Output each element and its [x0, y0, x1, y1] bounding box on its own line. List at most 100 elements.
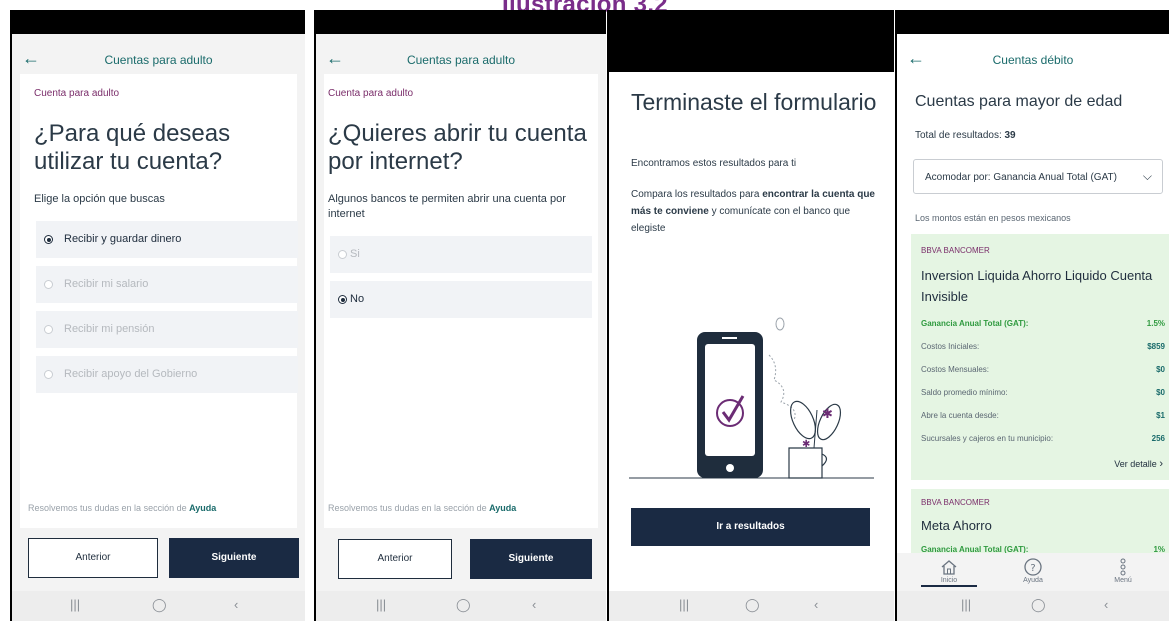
- header-title: Cuentas débito: [992, 53, 1074, 67]
- back-icon[interactable]: ‹: [234, 597, 238, 612]
- option-si[interactable]: Si: [330, 236, 592, 273]
- next-button[interactable]: Siguiente: [169, 538, 299, 578]
- radio[interactable]: [338, 250, 347, 259]
- row-value: $859: [1147, 342, 1165, 351]
- recents-icon[interactable]: |||: [961, 597, 971, 612]
- sort-dropdown[interactable]: Acomodar por: Ganancia Anual Total (GAT)…: [913, 159, 1163, 194]
- recents-icon[interactable]: |||: [376, 597, 386, 612]
- svg-text:✱: ✱: [822, 407, 833, 422]
- tab-inicio[interactable]: Inicio: [919, 557, 979, 587]
- back-icon[interactable]: ‹: [532, 597, 536, 612]
- next-button[interactable]: Siguiente: [470, 539, 592, 579]
- sort-label: Acomodar por: Ganancia Anual Total (GAT): [925, 172, 1117, 183]
- home-icon[interactable]: ◯: [152, 597, 167, 613]
- android-nav-bar: ||| ◯ ‹: [12, 591, 305, 621]
- menu-dots-icon: [1120, 558, 1126, 576]
- gat-row: Ganancia Anual Total (GAT): 1.5%: [921, 319, 1165, 328]
- page-title: ¿Quieres abrir tu cuenta por internet?: [328, 120, 587, 175]
- active-tab-indicator: [921, 585, 977, 587]
- option-label: Recibir mi pensión: [64, 323, 155, 335]
- chevron-right-icon: ›: [1159, 458, 1163, 470]
- svg-text:✱: ✱: [802, 439, 810, 450]
- recents-icon[interactable]: |||: [70, 597, 80, 612]
- row-value: 1.5%: [1146, 319, 1165, 328]
- home-icon: [941, 560, 957, 575]
- total-label: Total de resultados:: [915, 130, 1002, 141]
- phone-illustration: ✱ ✱: [629, 317, 874, 479]
- phone-screen-2: ← Cuentas para adulto Cuenta para adulto…: [316, 10, 606, 621]
- phone-screen-1: ← Cuentas para adulto Cuenta para adulto…: [12, 10, 305, 621]
- bank-name: BBVA BANCOMER: [921, 246, 990, 255]
- option-recibir-guardar[interactable]: Recibir y guardar dinero: [36, 221, 298, 258]
- help-text: Resolvemos tus dudas en la sección de Ay…: [28, 503, 216, 513]
- instr-part: Compara los resultados para: [631, 189, 760, 200]
- see-detail-label: Ver detalle: [1114, 459, 1157, 469]
- option-no[interactable]: No: [330, 281, 592, 318]
- app-header: ← Cuentas débito: [897, 34, 1169, 82]
- back-icon[interactable]: ‹: [1104, 597, 1108, 612]
- subtitle: Elige la opción que buscas: [34, 193, 165, 205]
- result-card[interactable]: BBVA BANCOMER Inversion Liquida Ahorro L…: [911, 234, 1169, 480]
- status-bar: [609, 10, 894, 72]
- sucursales-row: Sucursales y cajeros en tu municipio: 256: [921, 434, 1165, 443]
- home-icon[interactable]: ◯: [745, 597, 760, 613]
- option-salario[interactable]: Recibir mi salario: [36, 266, 298, 303]
- recents-icon[interactable]: |||: [679, 597, 689, 612]
- tab-label: Menú: [1114, 577, 1132, 584]
- row-value: $0: [1156, 388, 1165, 397]
- radio-selected[interactable]: [338, 295, 347, 304]
- status-bar: [897, 10, 1169, 34]
- tab-menu[interactable]: Menú: [1093, 557, 1153, 584]
- currency-note: Los montos están en pesos mexicanos: [915, 213, 1071, 223]
- row-value: $0: [1156, 365, 1165, 374]
- back-icon[interactable]: ‹: [814, 597, 818, 612]
- results-found-text: Encontramos estos resultados para ti: [631, 158, 797, 169]
- page-title: ¿Para qué deseas utilizar tu cuenta?: [34, 120, 231, 175]
- bank-name: BBVA BANCOMER: [921, 498, 990, 507]
- option-label: No: [350, 293, 365, 305]
- row-label: Costos Mensuales:: [921, 365, 990, 374]
- product-name: Inversion Liquida Ahorro Liquido Cuenta …: [921, 268, 1153, 304]
- radio[interactable]: [44, 325, 53, 334]
- abre-desde-row: Abre la cuenta desde: $1: [921, 411, 1165, 420]
- home-icon[interactable]: ◯: [456, 597, 471, 613]
- page-title: Cuentas para mayor de edad: [915, 93, 1123, 110]
- android-nav-bar: ||| ◯ ‹: [897, 591, 1169, 621]
- row-value: 256: [1151, 434, 1165, 443]
- page-title: Terminaste el formulario: [631, 89, 877, 115]
- radio[interactable]: [44, 370, 53, 379]
- previous-button[interactable]: Anterior: [28, 538, 158, 578]
- row-label: Saldo promedio mínimo:: [921, 388, 1008, 397]
- phone-screen-3: Terminaste el formulario Encontramos est…: [609, 10, 894, 621]
- help-link[interactable]: Ayuda: [489, 503, 516, 513]
- option-label: Si: [350, 248, 360, 260]
- saldo-minimo-row: Saldo promedio mínimo: $0: [921, 388, 1165, 397]
- header-title: Cuentas para adulto: [406, 53, 516, 67]
- chevron-down-icon: ⌵: [1142, 169, 1152, 183]
- option-label: Recibir y guardar dinero: [64, 233, 182, 245]
- home-icon[interactable]: ◯: [1031, 597, 1046, 613]
- help-link[interactable]: Ayuda: [189, 503, 216, 513]
- breadcrumb: Cuenta para adulto: [328, 88, 414, 99]
- phone-screen-4: ← Cuentas débito Cuentas para mayor de e…: [897, 10, 1169, 621]
- status-bar: [316, 10, 606, 34]
- instructions-text: Compara los resultados para encontrar la…: [631, 186, 881, 237]
- option-pension[interactable]: Recibir mi pensión: [36, 311, 298, 348]
- costos-mensuales-row: Costos Mensuales: $0: [921, 365, 1165, 374]
- option-label: Recibir mi salario: [64, 278, 149, 290]
- android-nav-bar: ||| ◯ ‹: [609, 591, 894, 621]
- radio[interactable]: [44, 280, 53, 289]
- help-label: Resolvemos tus dudas en la sección de: [328, 503, 487, 513]
- go-to-results-button[interactable]: Ir a resultados: [631, 508, 870, 546]
- see-detail-link[interactable]: Ver detalle ›: [1114, 458, 1163, 470]
- tab-label: Inicio: [940, 577, 958, 584]
- help-text: Resolvemos tus dudas en la sección de Ay…: [328, 503, 516, 513]
- product-name: Meta Ahorro: [921, 518, 992, 533]
- tab-ayuda[interactable]: ? Ayuda: [1003, 557, 1063, 584]
- option-gobierno[interactable]: Recibir apoyo del Gobierno: [36, 356, 298, 393]
- previous-button[interactable]: Anterior: [338, 539, 452, 579]
- row-value: $1: [1156, 411, 1165, 420]
- android-nav-bar: ||| ◯ ‹: [316, 591, 606, 621]
- radio-selected[interactable]: [44, 235, 53, 244]
- header-title: Cuentas para adulto: [104, 53, 213, 67]
